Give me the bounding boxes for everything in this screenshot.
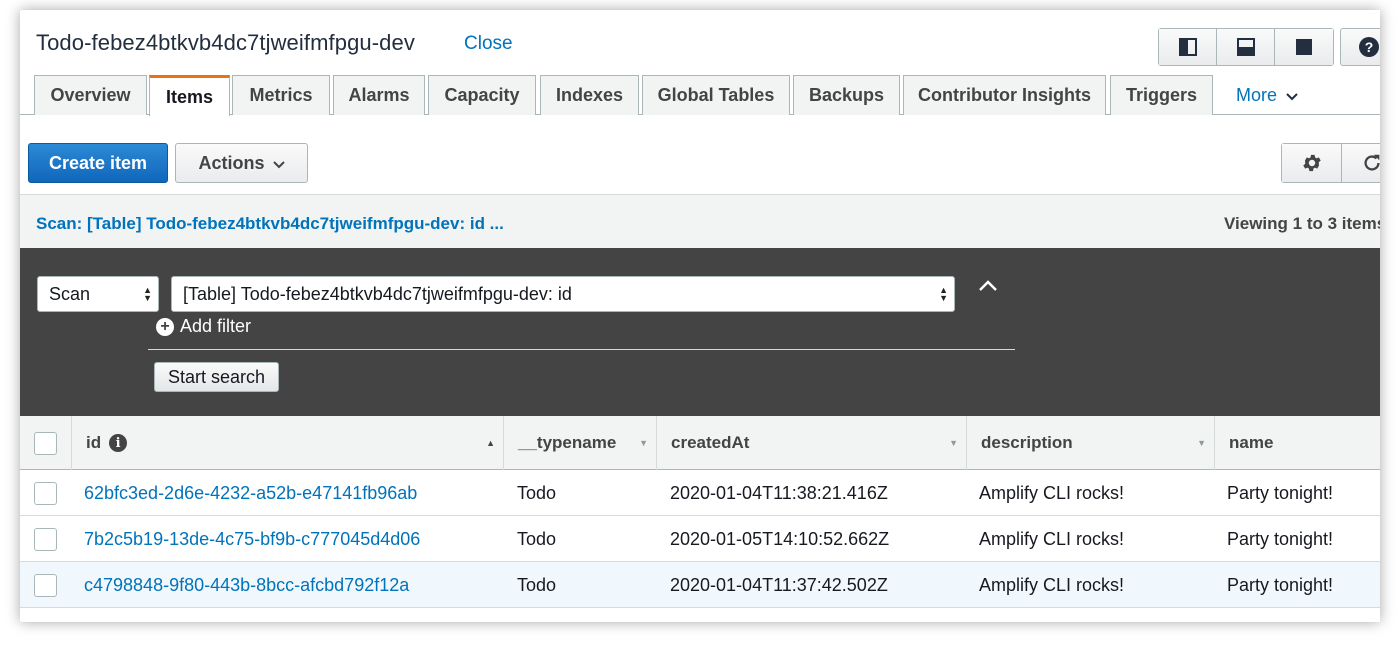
title-bar: Todo-febez4btkvb4dc7tjweifmfpgu-dev Clos… <box>20 10 1380 76</box>
sort-icon: ▼ <box>949 438 958 448</box>
cell-createdat: 2020-01-04T11:37:42.502Z <box>670 574 888 595</box>
column-header-id[interactable]: id i ▲ <box>72 416 504 470</box>
tab-more-label: More <box>1236 84 1278 105</box>
column-header-label: name <box>1229 433 1274 452</box>
scan-summary-bar: Scan: [Table] Todo-febez4btkvb4dc7tjweif… <box>20 194 1380 248</box>
item-id-link[interactable]: 62bfc3ed-2d6e-4232-a52b-e47141fb96ab <box>84 483 417 504</box>
column-header-name[interactable]: name <box>1215 416 1380 470</box>
item-id-link[interactable]: 7b2c5b19-13de-4c75-bf9b-c777045d4d06 <box>84 529 420 550</box>
plus-circle-icon: + <box>156 317 174 336</box>
refresh-icon <box>1364 154 1380 171</box>
help-button[interactable]: ? <box>1340 28 1380 66</box>
tab-contributor-insights[interactable]: Contributor Insights <box>903 75 1106 115</box>
actions-label: Actions <box>198 152 265 173</box>
cell-name: Party tonight! <box>1227 482 1334 503</box>
row-checkbox-cell <box>34 516 57 562</box>
cell-description: Amplify CLI rocks! <box>979 574 1125 595</box>
table-row[interactable]: c4798848-9f80-443b-8bcc-afcbd792f12a Tod… <box>20 562 1380 608</box>
header-select-all-cell <box>20 416 72 470</box>
cell-typename: Todo <box>517 574 557 595</box>
tab-global-tables[interactable]: Global Tables <box>642 75 790 115</box>
help-icon: ? <box>1359 37 1379 57</box>
cell-name: Party tonight! <box>1227 528 1334 549</box>
start-search-button[interactable]: Start search <box>154 362 279 392</box>
table-tools-group <box>1281 143 1380 183</box>
tab-bar: Overview Items Metrics Alarms Capacity I… <box>20 75 1380 116</box>
full-screen-button[interactable] <box>1275 29 1333 65</box>
tab-indexes[interactable]: Indexes <box>540 75 639 115</box>
tab-overview[interactable]: Overview <box>34 75 147 115</box>
row-checkbox[interactable] <box>34 481 57 505</box>
tab-alarms[interactable]: Alarms <box>333 75 425 115</box>
cell-typename: Todo <box>517 528 557 549</box>
column-header-label: id <box>86 433 102 452</box>
layout-toggle-group <box>1158 28 1334 66</box>
close-link[interactable]: Close <box>464 33 513 55</box>
cell-typename: Todo <box>517 482 557 503</box>
table-row[interactable]: 7b2c5b19-13de-4c75-bf9b-c777045d4d06 Tod… <box>20 516 1380 562</box>
add-filter-button[interactable]: + Add filter <box>156 316 251 337</box>
settings-button[interactable] <box>1282 144 1342 182</box>
actions-dropdown[interactable]: Actions <box>175 143 308 183</box>
info-icon[interactable]: i <box>109 434 128 452</box>
add-filter-label: Add filter <box>180 316 252 336</box>
row-checkbox[interactable] <box>34 527 57 551</box>
chevron-down-icon <box>272 160 285 168</box>
row-checkbox-cell <box>34 562 57 608</box>
page-title: Todo-febez4btkvb4dc7tjweifmfpgu-dev <box>36 30 415 55</box>
tab-metrics[interactable]: Metrics <box>232 75 330 115</box>
column-header-label: createdAt <box>671 433 750 452</box>
tab-capacity[interactable]: Capacity <box>428 75 536 115</box>
sort-ascending-icon: ▲ <box>486 438 495 448</box>
operation-select-value: Scan <box>49 283 91 304</box>
chevron-down-icon <box>1286 92 1298 100</box>
cell-id: 62bfc3ed-2d6e-4232-a52b-e47141fb96ab <box>84 470 417 516</box>
table-row[interactable]: 62bfc3ed-2d6e-4232-a52b-e47141fb96ab Tod… <box>20 470 1380 516</box>
viewing-count: Viewing 1 to 3 items <box>1224 214 1380 233</box>
create-item-button[interactable]: Create item <box>28 143 168 183</box>
tab-backups[interactable]: Backups <box>793 75 900 115</box>
cell-description: Amplify CLI rocks! <box>979 482 1125 503</box>
column-header-description[interactable]: description ▼ <box>967 416 1215 470</box>
operation-select[interactable]: Scan ▲ ▼ <box>37 276 159 312</box>
column-header-typename[interactable]: __typename ▼ <box>504 416 657 470</box>
sort-icon: ▼ <box>1197 438 1206 448</box>
split-horizontal-icon <box>1236 38 1255 56</box>
target-select-value: [Table] Todo-febez4btkvb4dc7tjweifmfpgu-… <box>183 283 572 304</box>
split-horizontal-button[interactable] <box>1217 29 1275 65</box>
cell-createdat: 2020-01-05T14:10:52.662Z <box>670 528 890 549</box>
cell-id: c4798848-9f80-443b-8bcc-afcbd792f12a <box>84 562 409 608</box>
tab-items[interactable]: Items <box>149 75 230 116</box>
target-select[interactable]: [Table] Todo-febez4btkvb4dc7tjweifmfpgu-… <box>171 276 955 312</box>
row-checkbox[interactable] <box>34 573 57 597</box>
column-header-createdat[interactable]: createdAt ▼ <box>657 416 967 470</box>
cell-description: Amplify CLI rocks! <box>979 528 1125 549</box>
chevron-up-icon[interactable] <box>976 274 1000 298</box>
table-header: id i ▲ __typename ▼ createdAt ▼ descript… <box>20 416 1380 470</box>
full-screen-icon <box>1296 39 1312 55</box>
gear-icon <box>1302 154 1321 172</box>
sort-icon: ▼ <box>639 438 648 448</box>
scan-summary-link[interactable]: Scan: [Table] Todo-febez4btkvb4dc7tjweif… <box>36 214 504 234</box>
select-arrows-icon: ▲ ▼ <box>939 285 948 303</box>
split-vertical-button[interactable] <box>1159 29 1217 65</box>
tab-more[interactable]: More <box>1236 75 1299 115</box>
column-header-label: description <box>981 433 1073 452</box>
column-header-label: __typename <box>518 433 617 452</box>
row-checkbox-cell <box>34 470 57 516</box>
filter-divider <box>148 349 1015 350</box>
scan-filter-panel: Scan ▲ ▼ [Table] Todo-febez4btkvb4dc7tjwe… <box>20 248 1380 416</box>
select-arrows-icon: ▲ ▼ <box>143 285 152 303</box>
items-table: id i ▲ __typename ▼ createdAt ▼ descript… <box>20 416 1380 608</box>
tab-triggers[interactable]: Triggers <box>1110 75 1213 115</box>
dynamodb-table-window: Todo-febez4btkvb4dc7tjweifmfpgu-dev Clos… <box>20 10 1380 622</box>
cell-createdat: 2020-01-04T11:38:21.416Z <box>670 482 888 503</box>
cell-name: Party tonight! <box>1227 574 1334 595</box>
split-vertical-icon <box>1178 38 1197 56</box>
refresh-button[interactable] <box>1342 144 1380 182</box>
cell-id: 7b2c5b19-13de-4c75-bf9b-c777045d4d06 <box>84 516 420 562</box>
select-all-checkbox[interactable] <box>34 431 57 455</box>
item-id-link[interactable]: c4798848-9f80-443b-8bcc-afcbd792f12a <box>84 575 409 596</box>
